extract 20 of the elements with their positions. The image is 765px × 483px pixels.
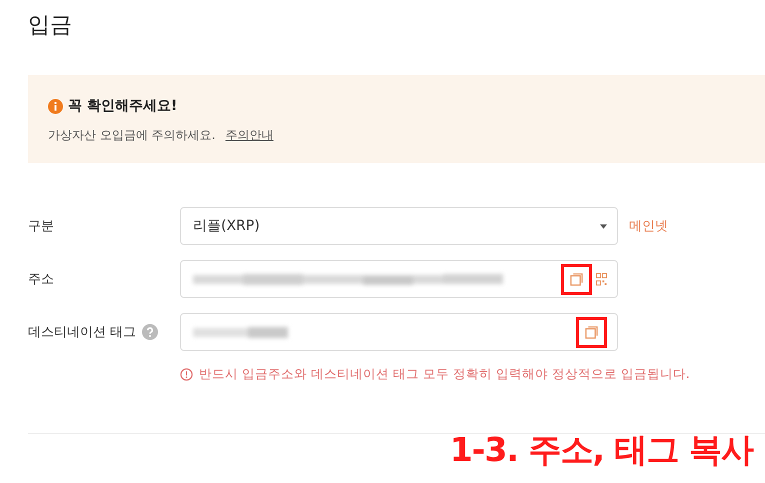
alert-icon	[180, 368, 193, 381]
input-field[interactable]	[180, 260, 618, 298]
help-icon[interactable]	[142, 324, 158, 340]
input-field[interactable]	[180, 313, 618, 351]
caret-icon	[600, 224, 607, 228]
qr-code-icon[interactable]	[596, 272, 607, 286]
notice-link[interactable]: 주의안내	[225, 127, 274, 144]
page-title: 입금	[27, 12, 73, 40]
info-icon	[48, 98, 63, 114]
field-label: 주소	[28, 271, 54, 288]
network-label: 메인넷	[629, 218, 668, 235]
field-label: 데스티네이션 태그	[28, 324, 136, 341]
notice-title: 꼭 확인해주세요!	[68, 97, 178, 115]
copy-icon[interactable]	[585, 326, 598, 338]
tutorial-caption: 1-3. 주소, 태그 복사	[450, 429, 753, 471]
warning-text: 반드시 입금주소와 데스티네이션 태그 모두 정확히 입력해야 정상적으로 입금됩니다.	[199, 366, 690, 383]
copy-icon[interactable]	[570, 272, 583, 286]
select-field[interactable]: 리플(XRP)	[180, 207, 618, 245]
field-label: 구분	[28, 218, 54, 235]
notice-text: 가상자산 오입금에 주의하세요.	[48, 127, 216, 144]
